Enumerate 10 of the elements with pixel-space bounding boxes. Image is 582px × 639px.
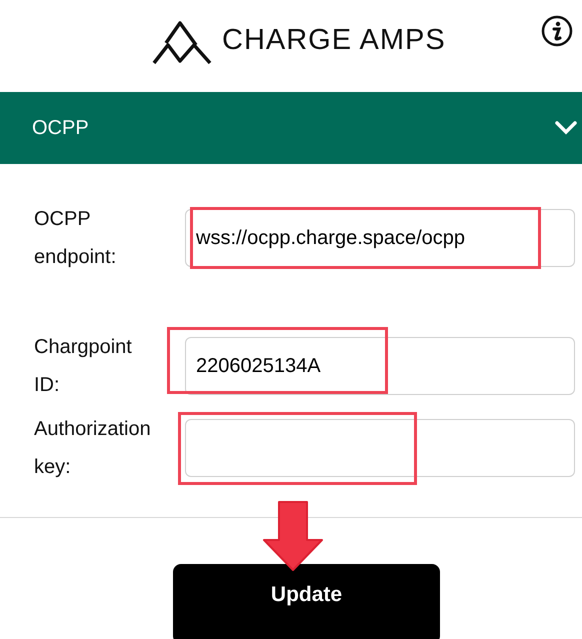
info-icon[interactable] [541, 15, 573, 47]
update-button[interactable]: Update [173, 564, 440, 639]
input-field[interactable]: 2206025134A [185, 337, 575, 395]
input-field[interactable] [185, 419, 575, 477]
brand-name: CHARGE AMPS [222, 23, 446, 58]
section-header[interactable]: OCPP [0, 92, 582, 164]
input-field[interactable]: wss://ocpp.charge.space/ocpp [185, 209, 575, 267]
field-label: Chargpoint ID: [34, 335, 133, 398]
field-label: Authorization key: [34, 417, 152, 480]
field-label: OCPP endpoint: [34, 207, 118, 270]
